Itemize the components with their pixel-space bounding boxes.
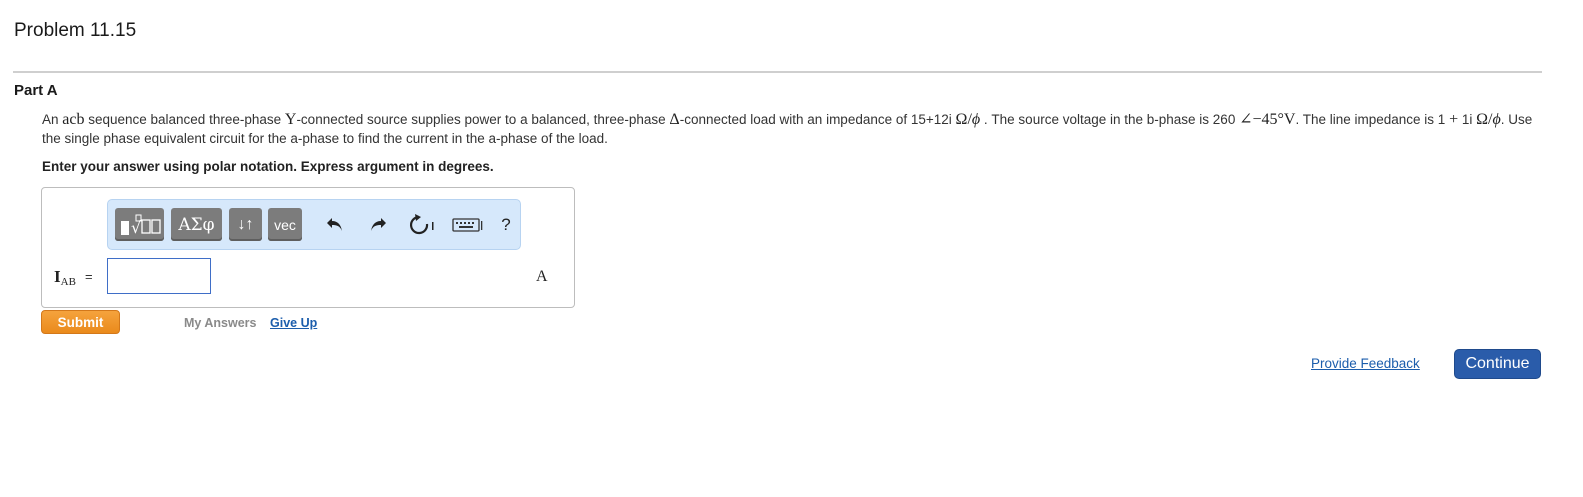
answer-unit: A — [536, 268, 548, 285]
problem-text-segment: 1i — [1458, 112, 1477, 127]
redo-icon — [371, 218, 386, 231]
give-up-link[interactable]: Give Up — [270, 316, 317, 330]
answer-variable: IAB — [54, 267, 76, 288]
undo-button[interactable] — [322, 213, 348, 237]
problem-statement: An acb sequence balanced three-phase Y-c… — [42, 110, 1542, 148]
math-ohm-per: Ω/ — [1476, 111, 1493, 128]
problem-text-segment: . The source voltage in the b-phase is 2… — [980, 112, 1240, 127]
math-wye: Y — [284, 111, 297, 128]
math-delta: Δ — [669, 111, 680, 128]
problem-text-segment: An — [42, 112, 63, 127]
help-button[interactable]: ? — [497, 213, 515, 237]
provide-feedback-link[interactable]: Provide Feedback — [1311, 356, 1420, 371]
answer-box: √ ΑΣφ ↓↑ vec ? IAB = A — [41, 187, 575, 308]
my-answers-link: My Answers — [184, 316, 257, 330]
templates-icon: √ — [120, 214, 161, 237]
answer-instruction: Enter your answer using polar notation. … — [42, 159, 494, 174]
submit-button[interactable]: Submit — [41, 310, 120, 334]
divider — [13, 71, 1542, 73]
continue-button[interactable]: Continue — [1454, 349, 1541, 379]
math-phi: ϕ — [971, 111, 981, 128]
keyboard-icon — [452, 218, 483, 232]
greek-symbols-button[interactable]: ΑΣφ — [171, 208, 222, 241]
problem-title: Problem 11.15 — [14, 20, 137, 41]
math-plus: + — [1449, 111, 1459, 128]
reset-button[interactable] — [408, 213, 438, 237]
problem-page: Problem 11.15 Part A An acb sequence bal… — [0, 0, 1583, 497]
math-angle-voltage: ∠−45°V — [1239, 111, 1296, 128]
templates-button[interactable]: √ — [115, 208, 164, 241]
problem-text-segment: sequence balanced three-phase — [84, 112, 285, 127]
redo-button[interactable] — [365, 213, 391, 237]
math-sequence: acb — [62, 111, 85, 128]
problem-text-segment: . The line impedance is 1 — [1295, 112, 1450, 127]
answer-input[interactable] — [107, 258, 211, 294]
keyboard-button[interactable] — [452, 213, 484, 237]
math-ohm-per: Ω/ — [955, 111, 972, 128]
part-title: Part A — [14, 82, 58, 99]
reset-icon — [410, 214, 434, 235]
math-toolbar: √ ΑΣφ ↓↑ vec ? — [107, 199, 521, 250]
variable-symbol: I — [54, 267, 61, 286]
vector-button[interactable]: vec — [268, 208, 302, 241]
undo-icon — [327, 218, 342, 231]
equals-sign: = — [85, 269, 93, 284]
math-phi: ϕ — [1492, 111, 1501, 128]
problem-text-segment: -connected source supplies power to a ba… — [296, 112, 670, 127]
variable-subscript: AB — [60, 276, 76, 288]
problem-text-segment: -connected load with an impedance of 15+… — [679, 112, 956, 127]
arrows-button[interactable]: ↓↑ — [229, 208, 262, 241]
